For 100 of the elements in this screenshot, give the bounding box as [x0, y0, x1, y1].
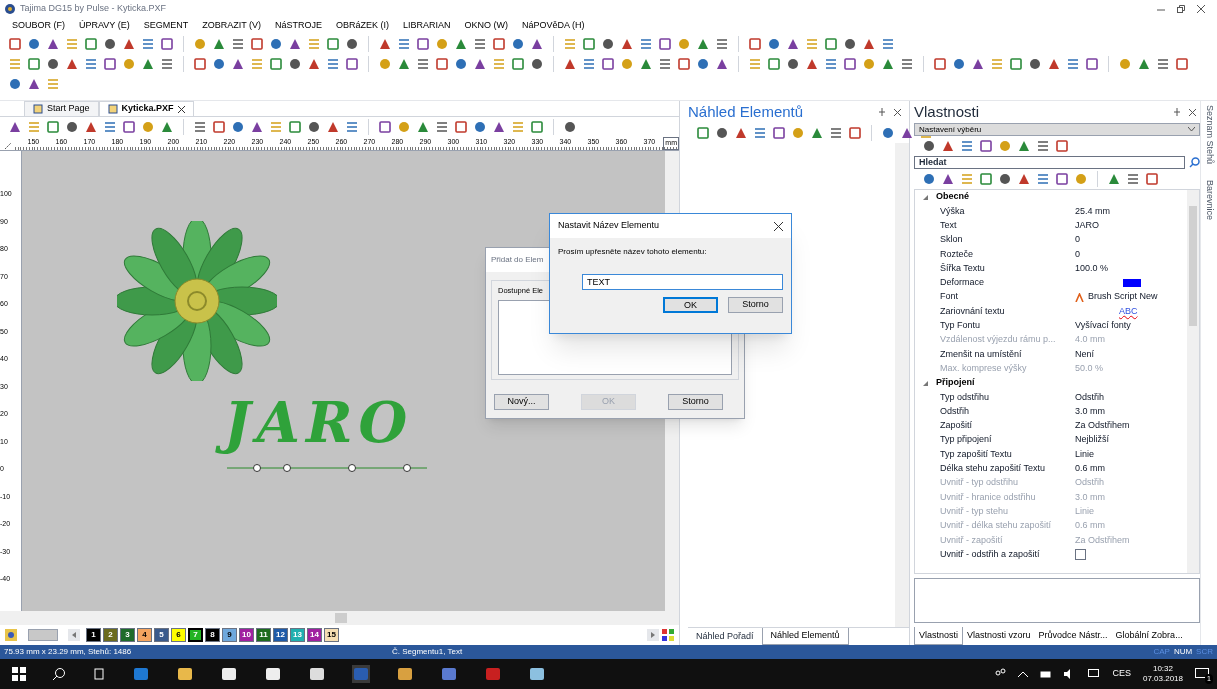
scroll-left-icon[interactable]	[68, 629, 80, 641]
tool-icon[interactable]	[378, 120, 392, 134]
tool-icon[interactable]	[639, 57, 653, 71]
close-icon[interactable]	[894, 108, 901, 116]
side-tab[interactable]: Seznam Stehů	[1202, 105, 1216, 165]
dialog-button[interactable]: Storno	[728, 297, 783, 313]
tool-icon[interactable]	[160, 120, 174, 134]
grid-icon[interactable]	[661, 628, 675, 642]
tool-icon[interactable]	[979, 172, 993, 186]
tool-icon[interactable]	[696, 37, 710, 51]
horizontal-scrollbar[interactable]	[0, 611, 679, 625]
tool-icon[interactable]	[250, 120, 264, 134]
tool-icon[interactable]	[326, 57, 340, 71]
taskbar-app-icon[interactable]	[220, 665, 238, 683]
tool-icon[interactable]	[345, 37, 359, 51]
tool-icon[interactable]	[416, 57, 430, 71]
pin-icon[interactable]	[878, 108, 886, 116]
selection-dropdown[interactable]: Nastavení výběru	[914, 123, 1200, 136]
tool-icon[interactable]	[511, 37, 525, 51]
tool-icon[interactable]	[979, 139, 993, 153]
tool-icon[interactable]	[960, 139, 974, 153]
tool-icon[interactable]	[941, 139, 955, 153]
dialog-button[interactable]: Storno	[668, 394, 723, 410]
tool-icon[interactable]	[767, 57, 781, 71]
tool-icon[interactable]	[1126, 172, 1140, 186]
tool-icon[interactable]	[952, 57, 966, 71]
vertical-scrollbar[interactable]	[1187, 190, 1199, 573]
tool-icon[interactable]	[971, 57, 985, 71]
property-value[interactable]: Není	[1075, 347, 1094, 362]
tool-icon[interactable]	[1055, 172, 1069, 186]
color-swatch[interactable]: 2	[103, 628, 118, 642]
tool-icon[interactable]	[881, 57, 895, 71]
tool-icon[interactable]	[122, 37, 136, 51]
restore-icon[interactable]	[1177, 5, 1185, 13]
tool-icon[interactable]	[767, 37, 781, 51]
tool-icon[interactable]	[696, 57, 710, 71]
tool-icon[interactable]	[824, 57, 838, 71]
vertical-scrollbar[interactable]	[895, 143, 909, 627]
property-value[interactable]: JARO	[1075, 219, 1099, 233]
tool-icon[interactable]	[231, 37, 245, 51]
tool-icon[interactable]	[269, 37, 283, 51]
close-icon[interactable]	[1189, 108, 1196, 116]
close-icon[interactable]	[774, 221, 783, 231]
tool-icon[interactable]	[326, 37, 340, 51]
tool-icon[interactable]	[843, 57, 857, 71]
tool-icon[interactable]	[639, 37, 653, 51]
tool-icon[interactable]	[250, 37, 264, 51]
tool-icon[interactable]	[862, 37, 876, 51]
property-value[interactable]: 0	[1075, 247, 1080, 262]
tool-icon[interactable]	[65, 57, 79, 71]
property-value[interactable]: 0	[1075, 233, 1080, 247]
tool-icon[interactable]	[416, 120, 430, 134]
tool-icon[interactable]	[84, 57, 98, 71]
tool-icon[interactable]	[454, 120, 468, 134]
tool-icon[interactable]	[881, 126, 895, 140]
tool-icon[interactable]	[193, 57, 207, 71]
tool-icon[interactable]	[435, 120, 449, 134]
language-indicator[interactable]: CES	[1112, 667, 1131, 681]
tool-icon[interactable]	[122, 120, 136, 134]
name-input-field[interactable]: TEXT	[582, 274, 783, 290]
tool-icon[interactable]	[530, 120, 544, 134]
tool-icon[interactable]	[843, 37, 857, 51]
tool-icon[interactable]	[900, 57, 914, 71]
tool-icon[interactable]	[492, 37, 506, 51]
close-icon[interactable]	[1197, 5, 1205, 13]
tool-icon[interactable]	[269, 57, 283, 71]
scroll-right-icon[interactable]	[647, 629, 659, 641]
palette-icon[interactable]	[4, 628, 18, 642]
tool-icon[interactable]	[378, 37, 392, 51]
tool-icon[interactable]	[511, 57, 525, 71]
tool-icon[interactable]	[998, 172, 1012, 186]
tool-icon[interactable]	[307, 57, 321, 71]
tool-icon[interactable]	[658, 37, 672, 51]
property-value[interactable]: Brush Script New	[1088, 290, 1158, 304]
panel-tab[interactable]: Vlastnosti vzoru	[963, 627, 1035, 645]
panel-tab[interactable]: Průvodce Nástr...	[1034, 627, 1112, 645]
panel-tab[interactable]: Náhled Elementů	[761, 628, 849, 645]
menu-item[interactable]: ZOBRAZIT (V)	[202, 19, 262, 33]
tool-icon[interactable]	[601, 57, 615, 71]
property-value[interactable]: Odstřih	[1075, 390, 1104, 405]
pin-icon[interactable]	[1173, 108, 1181, 116]
menu-item[interactable]: SEGMENT	[143, 19, 189, 33]
property-value[interactable]: Za Odstřihem	[1075, 419, 1130, 433]
task-view-icon[interactable]	[92, 668, 106, 680]
tool-icon[interactable]	[1055, 139, 1069, 153]
tool-icon[interactable]	[772, 126, 786, 140]
tool-icon[interactable]	[810, 126, 824, 140]
taskbar-app-icon[interactable]	[264, 665, 282, 683]
color-swatch[interactable]: 10	[239, 628, 254, 642]
color-swatch[interactable]: 9	[222, 628, 237, 642]
tool-icon[interactable]	[473, 120, 487, 134]
menu-item[interactable]: LIBRARIAN	[403, 19, 451, 33]
tool-icon[interactable]	[454, 57, 468, 71]
tool-icon[interactable]	[103, 37, 117, 51]
chevron-up-icon[interactable]	[1018, 671, 1029, 677]
network-icon[interactable]	[1088, 669, 1101, 679]
tool-icon[interactable]	[473, 37, 487, 51]
panel-tab[interactable]: Náhled Pořadí	[688, 628, 762, 645]
tool-icon[interactable]	[677, 57, 691, 71]
property-value[interactable]: 3.0 mm	[1075, 404, 1105, 419]
